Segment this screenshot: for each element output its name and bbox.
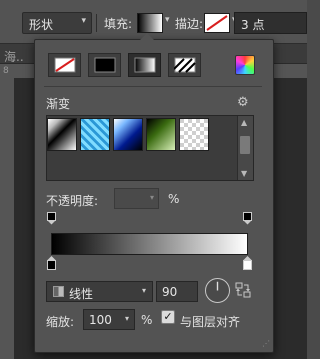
gradient-preset-3[interactable] <box>113 118 143 151</box>
gradient-preset-4[interactable] <box>146 118 176 151</box>
gradient-method-label: 线性 <box>69 287 94 301</box>
pattern-icon <box>173 57 196 73</box>
chevron-down-icon: ▾ <box>124 314 129 323</box>
color-picker-icon[interactable] <box>235 55 255 75</box>
color-stop-right[interactable] <box>243 256 252 270</box>
toolbar-divider <box>96 14 97 32</box>
fill-type-solid-button[interactable] <box>88 53 121 77</box>
opacity-stop-left[interactable] <box>47 212 56 225</box>
document-tab[interactable]: 海.. <box>4 48 24 65</box>
fill-label: 填充: <box>104 17 133 31</box>
angle-dial[interactable] <box>205 278 230 303</box>
fill-type-pattern-button[interactable] <box>168 53 201 77</box>
no-fill-slash-icon <box>206 15 228 31</box>
fill-swatch[interactable] <box>137 13 163 33</box>
resize-grip-icon[interactable]: ⋰ <box>262 339 270 348</box>
gradient-icon <box>134 57 155 73</box>
scroll-up-icon[interactable]: ▲ <box>241 118 247 127</box>
stroke-label: 描边: <box>175 17 204 31</box>
angle-value: 90 <box>162 285 178 299</box>
align-with-layer-checkbox[interactable]: ✓ <box>161 310 175 324</box>
panel-divider <box>44 86 262 87</box>
popup-pointer <box>140 33 154 40</box>
gradient-method-select[interactable]: 线性 ▾ <box>46 281 153 302</box>
ruler-number: 8 <box>3 66 9 76</box>
color-stop-left[interactable] <box>47 256 56 270</box>
scale-label: 缩放: <box>46 315 75 329</box>
chevron-down-icon: ▾ <box>81 16 86 26</box>
scroll-down-icon[interactable]: ▼ <box>241 169 247 178</box>
linear-gradient-icon <box>53 286 64 297</box>
gradient-preview-bar[interactable] <box>51 233 248 255</box>
no-color-icon <box>54 57 75 73</box>
scale-value: 100 <box>89 313 112 327</box>
opacity-label: 不透明度: <box>46 194 99 208</box>
align-with-layer-label: 与图层对齐 <box>180 315 241 329</box>
scale-field[interactable]: 100 ▾ <box>83 309 135 330</box>
stroke-swatch[interactable] <box>204 13 230 33</box>
opacity-percent-label: % <box>168 192 180 206</box>
shape-mode-label: 形状 <box>29 18 54 32</box>
gradient-section-title: 渐变 <box>46 97 71 111</box>
vertical-ruler <box>0 64 14 359</box>
gradient-preset-5[interactable] <box>179 118 209 151</box>
scale-percent-label: % <box>141 313 153 327</box>
fill-type-none-button[interactable] <box>48 53 81 77</box>
angle-field[interactable]: 90 <box>156 281 198 302</box>
solid-color-icon <box>94 57 115 73</box>
gradient-preset-2[interactable] <box>80 118 110 151</box>
fill-type-gradient-button[interactable] <box>128 53 161 77</box>
opacity-field[interactable]: ▾ <box>114 188 159 209</box>
gear-icon[interactable]: ⚙ <box>237 95 249 110</box>
opacity-stop-right[interactable] <box>243 212 252 225</box>
stroke-size-value: 3 点 <box>241 18 265 32</box>
stroke-size-field[interactable]: 3 点 <box>234 12 307 34</box>
chevron-down-icon: ▾ <box>141 286 146 295</box>
shape-mode-select[interactable]: 形状 ▾ <box>22 12 92 34</box>
chevron-down-icon: ▾ <box>149 193 154 202</box>
reverse-gradient-icon[interactable] <box>235 281 251 299</box>
scrollbar-thumb[interactable] <box>240 136 250 154</box>
chevron-down-icon[interactable]: ▾ <box>165 15 170 25</box>
gradient-preset-1[interactable] <box>47 118 77 151</box>
